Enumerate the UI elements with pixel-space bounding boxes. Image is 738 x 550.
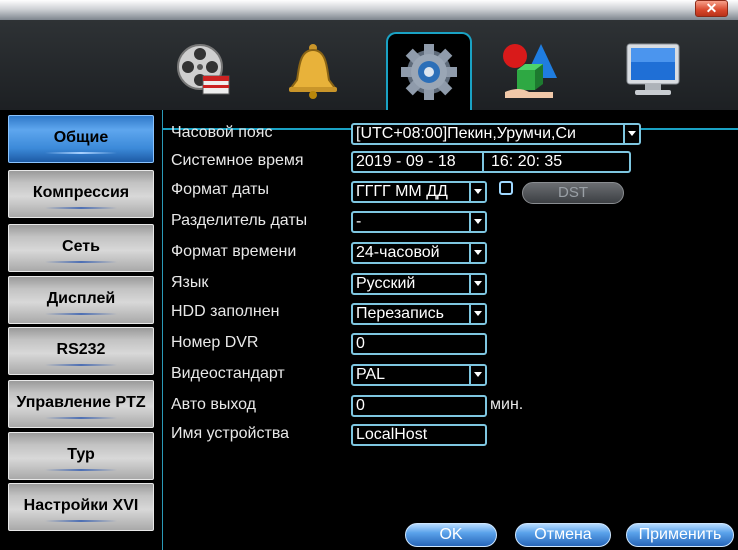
sidebar-item-label: Дисплей	[46, 290, 116, 307]
date-separator-label: Разделитель даты	[171, 212, 308, 229]
system-time-field[interactable]: 2019 - 09 - 18 16: 20: 35	[351, 151, 631, 173]
sidebar-item-compression[interactable]: Компрессия	[8, 170, 154, 218]
sidebar-item-tour[interactable]: Тур	[8, 432, 154, 480]
sidebar-item-rs232[interactable]: RS232	[8, 327, 154, 375]
sidebar-item-display[interactable]: Дисплей	[8, 276, 154, 324]
date-format-select[interactable]: ГГГГ ММ ДД	[351, 181, 487, 203]
close-button[interactable]: ✕	[695, 0, 728, 17]
video-standard-value: PAL	[356, 366, 386, 383]
sidebar-item-underline	[45, 364, 117, 366]
device-name-input[interactable]: LocalHost	[351, 424, 487, 446]
sidebar-item-label: Общие	[53, 129, 109, 146]
time-format-value: 24-часовой	[356, 244, 440, 261]
video-standard-label: Видеостандарт	[171, 365, 285, 382]
cancel-button[interactable]: Отмена	[515, 523, 611, 547]
auto-logout-label: Авто выход	[171, 396, 257, 413]
sidebar-item-underline	[45, 207, 117, 209]
hdd-full-label: HDD заполнен	[171, 303, 280, 320]
sidebar-item-label: Компрессия	[32, 184, 130, 201]
tab-info[interactable]	[608, 34, 694, 108]
time-format-label: Формат времени	[171, 243, 297, 260]
sidebar-item-label: Тур	[67, 446, 95, 463]
sidebar-item-general[interactable]: Общие	[8, 115, 154, 163]
date-format-value: ГГГГ ММ ДД	[356, 183, 448, 200]
auto-logout-input[interactable]: 0	[351, 395, 487, 417]
sidebar-item-ptz[interactable]: Управление PTZ	[8, 380, 154, 428]
sidebar-item-underline	[45, 520, 117, 522]
hdd-full-select[interactable]: Перезапись	[351, 303, 487, 325]
ok-button[interactable]: OK	[405, 523, 497, 547]
dst-button[interactable]: DST	[522, 182, 624, 204]
gear-icon	[401, 44, 457, 100]
auto-logout-unit: мин.	[490, 396, 524, 413]
chevron-down-icon[interactable]	[469, 305, 485, 323]
timezone-value: [UTC+08:00]Пекин,Урумчи,Си	[356, 125, 576, 142]
sidebar-item-label: RS232	[56, 341, 106, 358]
chevron-down-icon[interactable]	[469, 213, 485, 231]
sidebar-item-network[interactable]: Сеть	[8, 224, 154, 272]
settings-window: ✕ Общие Компрессия Сеть Дисплей RS232 Уп…	[0, 0, 738, 550]
sidebar-item-xvi-settings[interactable]: Настройки XVI	[8, 483, 154, 531]
sidebar: Общие Компрессия Сеть Дисплей RS232 Упра…	[0, 110, 162, 550]
time-format-select[interactable]: 24-часовой	[351, 242, 487, 264]
bell-icon	[289, 44, 337, 99]
sidebar-item-label: Управление PTZ	[16, 394, 146, 411]
dvr-number-input[interactable]: 0	[351, 333, 487, 355]
shapes-icon	[503, 44, 557, 98]
chevron-down-icon[interactable]	[469, 366, 485, 384]
field-separator	[482, 153, 484, 171]
chevron-down-icon[interactable]	[469, 275, 485, 293]
sidebar-divider	[162, 110, 163, 550]
system-time-value: 16: 20: 35	[491, 153, 563, 170]
date-separator-value: -	[356, 213, 362, 230]
sidebar-item-underline	[45, 469, 117, 471]
chevron-down-icon[interactable]	[623, 125, 639, 143]
chevron-down-icon[interactable]	[469, 244, 485, 262]
dvr-number-label: Номер DVR	[171, 334, 259, 351]
language-select[interactable]: Русский	[351, 273, 487, 295]
tab-record[interactable]	[160, 34, 246, 108]
film-reel-icon	[177, 44, 230, 95]
close-icon: ✕	[705, 0, 718, 16]
top-tab-bar	[0, 20, 738, 130]
sidebar-item-label: Настройки XVI	[23, 497, 139, 514]
date-format-label: Формат даты	[171, 181, 269, 198]
timezone-label: Часовой пояс	[171, 124, 273, 141]
tab-alarm[interactable]	[270, 34, 356, 108]
system-time-label: Системное время	[171, 152, 304, 169]
language-label: Язык	[171, 274, 209, 291]
date-separator-select[interactable]: -	[351, 211, 487, 233]
monitor-icon	[626, 43, 680, 95]
tab-system[interactable]	[386, 32, 472, 110]
hdd-full-value: Перезапись	[356, 305, 445, 322]
chevron-down-icon[interactable]	[469, 183, 485, 201]
timezone-select[interactable]: [UTC+08:00]Пекин,Урумчи,Си	[351, 123, 641, 145]
title-bar: ✕	[0, 0, 738, 20]
video-standard-select[interactable]: PAL	[351, 364, 487, 386]
device-name-label: Имя устройства	[171, 425, 290, 442]
tab-tools[interactable]	[486, 34, 572, 108]
sidebar-item-underline	[45, 261, 117, 263]
sidebar-item-label: Сеть	[62, 238, 100, 255]
sidebar-item-underline	[45, 417, 117, 419]
sidebar-item-underline	[45, 152, 117, 154]
language-value: Русский	[356, 275, 416, 292]
dst-checkbox[interactable]	[499, 181, 513, 195]
apply-button[interactable]: Применить	[626, 523, 734, 547]
sidebar-item-underline	[45, 313, 117, 315]
system-date-value: 2019 - 09 - 18	[356, 153, 456, 170]
